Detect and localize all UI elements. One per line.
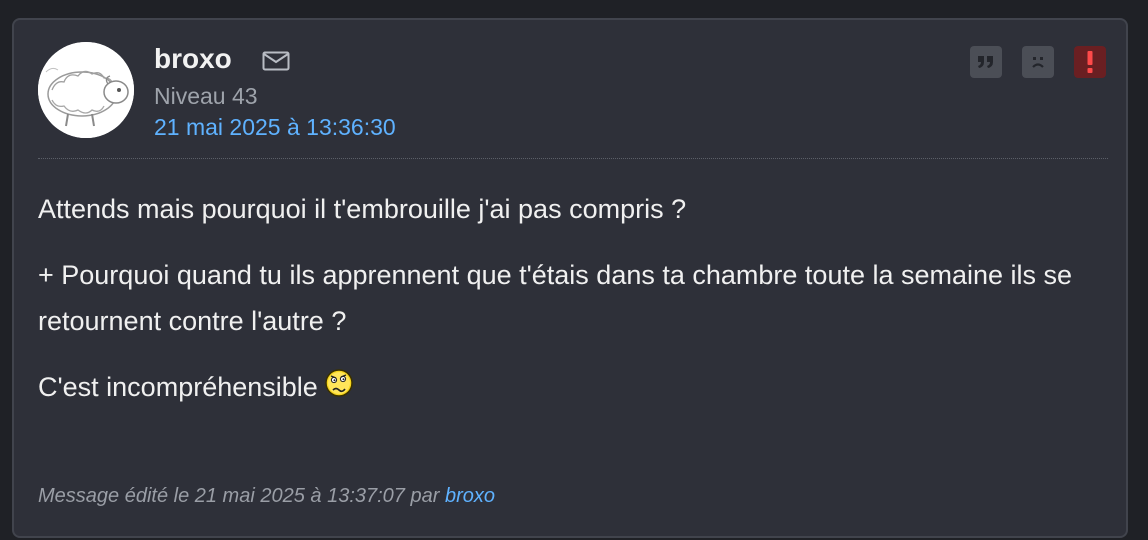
author-level: Niveau 43: [154, 83, 258, 109]
content-text: C'est incompréhensible: [38, 372, 318, 402]
sad-reaction-button[interactable]: [1022, 46, 1054, 78]
post-date-link[interactable]: 21 mai 2025 à 13:36:30: [154, 113, 396, 141]
content-paragraph-with-smiley: C'est incompréhensible: [38, 364, 1118, 410]
author-name[interactable]: broxo: [154, 42, 232, 76]
envelope-icon[interactable]: [262, 51, 290, 71]
edit-author-link[interactable]: broxo: [445, 485, 495, 507]
confused-smiley-icon: [324, 366, 354, 397]
exclamation-icon: [1087, 51, 1093, 73]
sheep-avatar-icon: [38, 42, 134, 138]
sad-face-icon: [1032, 57, 1044, 68]
content-paragraph: + Pourquoi quand tu ils apprennent que t…: [38, 260, 1073, 336]
header-divider: [38, 158, 1108, 159]
avatar[interactable]: [38, 42, 134, 138]
edit-note-text: Message édité le 21 mai 2025 à 13:37:07 …: [38, 485, 440, 507]
forum-post: broxo Niveau 43 21 mai 2025 à 13:36:30 A…: [12, 18, 1128, 538]
post-content: Attends mais pourquoi il t'embrouille j'…: [38, 186, 1118, 430]
edit-note: Message édité le 21 mai 2025 à 13:37:07 …: [38, 483, 495, 509]
content-paragraph: Attends mais pourquoi il t'embrouille j'…: [38, 194, 687, 224]
quote-button[interactable]: [970, 46, 1002, 78]
report-button[interactable]: [1074, 46, 1106, 78]
quote-icon: [978, 56, 993, 68]
